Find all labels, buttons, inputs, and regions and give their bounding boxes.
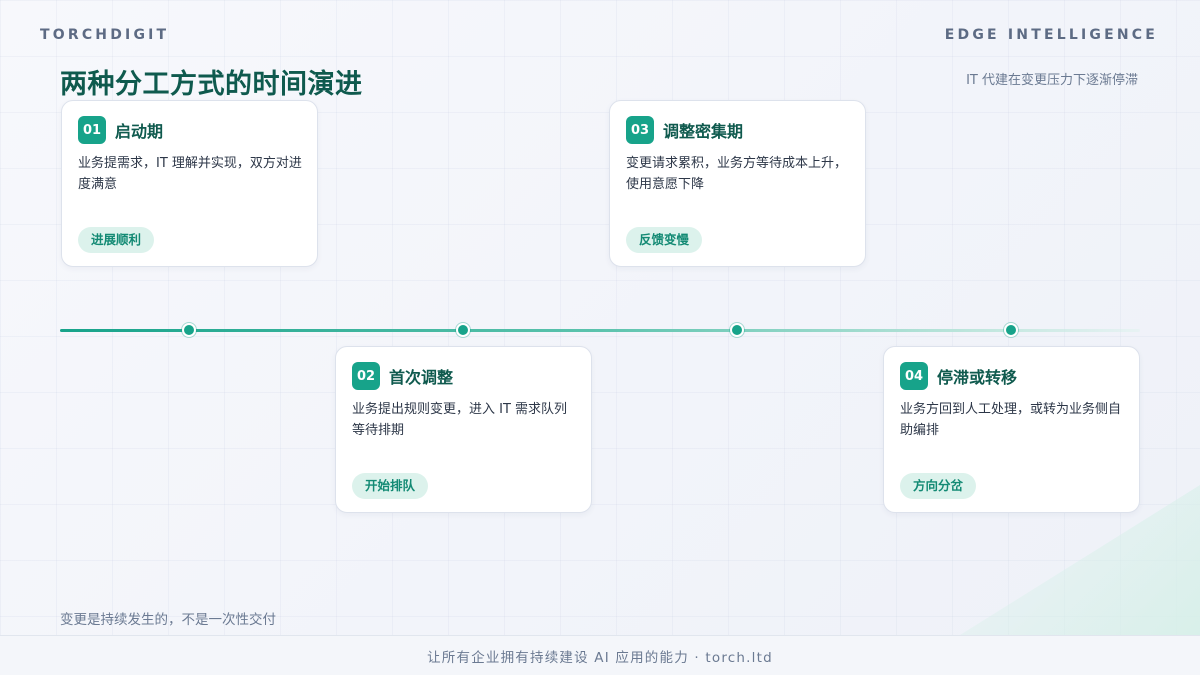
stage-status-tag: 方向分岔 [900, 473, 977, 499]
timeline-node-4 [1004, 323, 1018, 337]
timeline-node-3 [730, 323, 744, 337]
stage-card-4: 04 停滞或转移 业务方回到人工处理，或转为业务侧自助编排 方向分岔 [883, 346, 1140, 513]
brand-logo-text: TORCHDIGIT [40, 27, 170, 43]
stage-description: 业务提需求，IT 理解并实现，双方对进度满意 [78, 156, 302, 192]
stage-card-header: 02 首次调整 [352, 362, 453, 390]
stage-card-header: 04 停滞或转移 [900, 362, 1017, 390]
stage-card-header: 01 启动期 [78, 116, 163, 144]
brand-tagline: EDGE INTELLIGENCE [944, 27, 1158, 43]
stage-number-badge: 03 [626, 116, 654, 144]
stage-title: 停滞或转移 [937, 368, 1018, 387]
stage-number-badge: 01 [78, 116, 106, 144]
stage-status-tag: 反馈变慢 [626, 227, 703, 253]
timeline-node-1 [182, 323, 196, 337]
timeline-node-2 [456, 323, 470, 337]
stage-description: 业务方回到人工处理，或转为业务侧自助编排 [900, 402, 1122, 438]
footer-text: 让所有企业拥有持续建设 AI 应用的能力 · torch.ltd [427, 649, 773, 666]
stage-title: 调整密集期 [663, 122, 744, 141]
stage-status-tag: 进展顺利 [78, 227, 155, 253]
footer-bar: 让所有企业拥有持续建设 AI 应用的能力 · torch.ltd [0, 635, 1200, 675]
page-subtitle: IT 代建在变更压力下逐渐停滞 [966, 73, 1138, 88]
stage-card-header: 03 调整密集期 [626, 116, 743, 144]
stage-card-1: 01 启动期 业务提需求，IT 理解并实现，双方对进度满意 进展顺利 [61, 100, 318, 267]
page-title: 两种分工方式的时间演进 [60, 69, 363, 100]
stage-number-badge: 02 [352, 362, 380, 390]
timeline-axis [60, 329, 1140, 332]
stage-card-2: 02 首次调整 业务提出规则变更，进入 IT 需求队列等待排期 开始排队 [335, 346, 592, 513]
bottom-note: 变更是持续发生的，不是一次性交付 [60, 612, 276, 628]
stage-number-badge: 04 [900, 362, 928, 390]
stage-status-tag: 开始排队 [352, 473, 429, 499]
stage-description: 业务提出规则变更，进入 IT 需求队列等待排期 [352, 402, 568, 438]
stage-title: 启动期 [115, 122, 164, 141]
stage-card-3: 03 调整密集期 变更请求累积，业务方等待成本上升，使用意愿下降 反馈变慢 [609, 100, 866, 267]
stage-title: 首次调整 [389, 368, 454, 387]
stage-description: 变更请求累积，业务方等待成本上升，使用意愿下降 [626, 156, 848, 192]
